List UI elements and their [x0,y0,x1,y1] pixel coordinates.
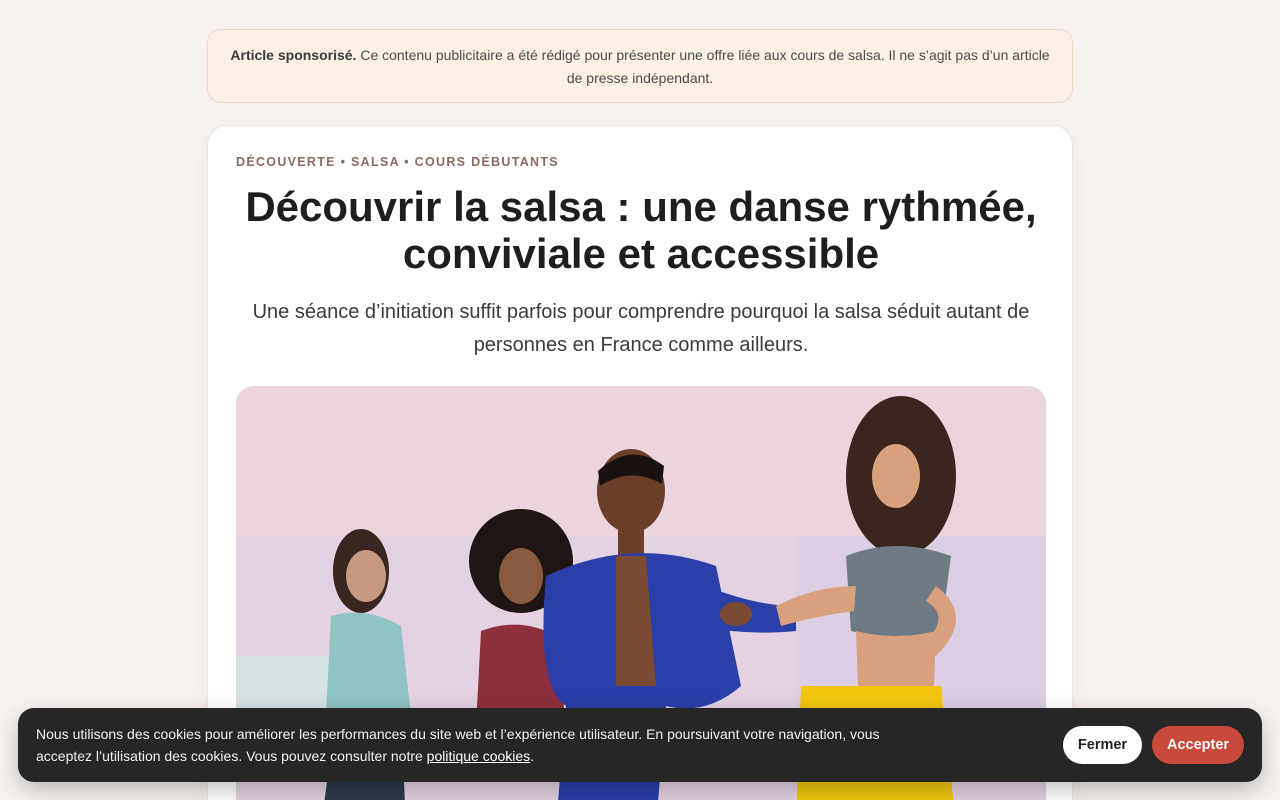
cookie-text-end: . [530,748,535,764]
article-kicker: DÉCOUVERTE • SALSA • COURS DÉBUTANTS [236,155,559,169]
article-title: Découvrir la salsa : une danse rythmée, … [245,183,1037,277]
sponsored-text: Ce contenu publicitaire a été rédigé pou… [356,47,1050,86]
sponsored-notice-banner: Article sponsorisé. Ce contenu publicita… [207,29,1073,103]
article-card: DÉCOUVERTE • SALSA • COURS DÉBUTANTS Déc… [207,125,1073,800]
cookie-policy-link[interactable]: politique cookies [427,748,531,764]
article-subtitle: Une séance d’initiation suffit parfois p… [252,301,1030,356]
sponsored-label: Article sponsorisé. [230,47,357,63]
cookie-consent-banner: Nous utilisons des cookies pour améliore… [18,708,1262,782]
accept-cookie-button[interactable]: Accepter [1152,726,1244,764]
cookie-consent-text: Nous utilisons des cookies pour améliore… [36,723,916,767]
close-cookie-button[interactable]: Fermer [1063,726,1142,764]
